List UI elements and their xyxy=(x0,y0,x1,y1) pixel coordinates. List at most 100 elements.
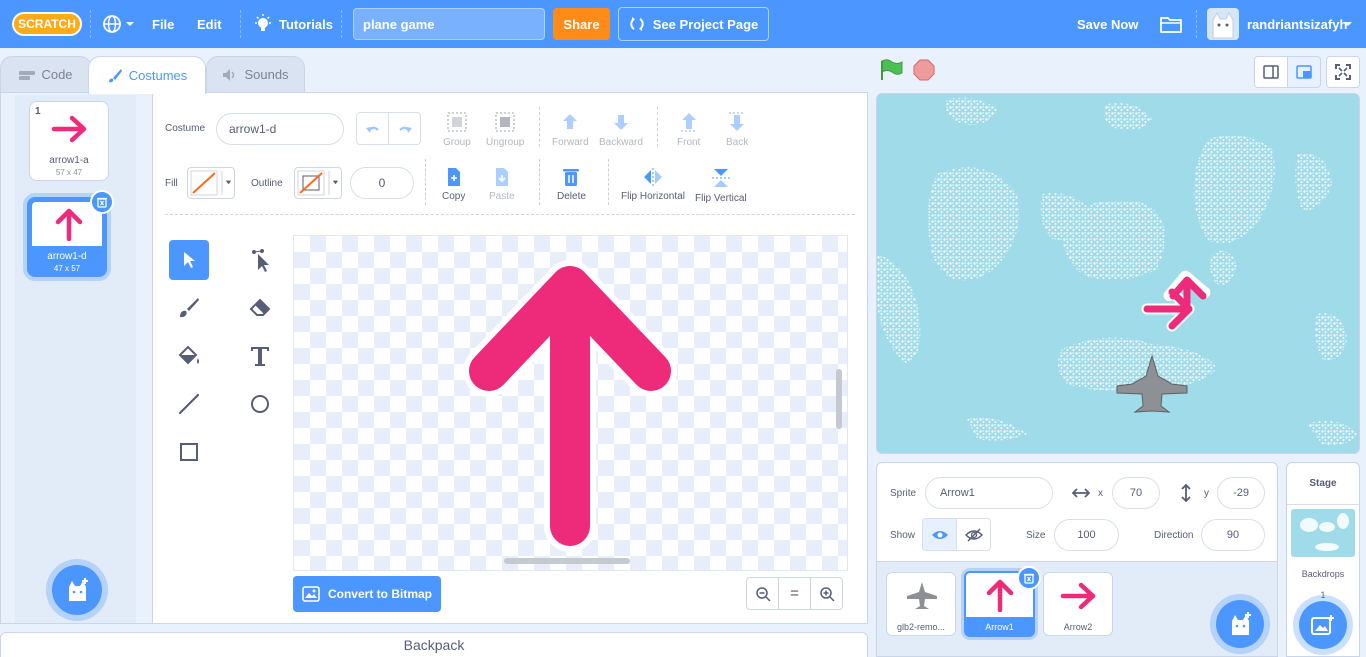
redo-icon xyxy=(398,126,412,133)
costume-tile[interactable]: 1 arrow1-a 57 x 47 xyxy=(29,101,109,181)
outline-width-input[interactable]: 0 xyxy=(350,167,414,199)
select-tool-button[interactable] xyxy=(169,240,209,280)
flip-horizontal-button[interactable]: Flip Horizontal xyxy=(621,167,685,202)
redo-button[interactable] xyxy=(389,113,420,144)
y-label: y xyxy=(1204,488,1209,499)
fill-tool-icon xyxy=(178,345,199,365)
arrow-right-icon xyxy=(51,115,87,143)
toolbar-divider xyxy=(608,159,609,205)
zoom-out-button[interactable] xyxy=(747,578,779,609)
copy-label: Copy xyxy=(442,191,466,202)
back-button[interactable]: Back xyxy=(726,111,748,148)
costume-arrow-up xyxy=(463,260,677,552)
delete-button[interactable]: Delete xyxy=(557,167,586,202)
share-button[interactable]: Share xyxy=(553,8,610,40)
paste-button[interactable]: Paste xyxy=(489,167,515,202)
y-input[interactable]: -29 xyxy=(1217,477,1265,509)
zoom-reset-button[interactable]: = xyxy=(779,578,811,609)
tab-code-label: Code xyxy=(41,67,73,82)
arrow-up-icon xyxy=(55,208,83,241)
x-input[interactable]: 70 xyxy=(1112,477,1160,509)
see-project-page-button[interactable]: See Project Page xyxy=(618,7,769,41)
sprite-name-input[interactable]: Arrow1 xyxy=(925,477,1053,509)
costume-label: Costume xyxy=(165,123,206,134)
reshape-tool-button[interactable] xyxy=(240,240,280,280)
tutorials-button[interactable]: Tutorials xyxy=(254,0,333,48)
account-menu[interactable] xyxy=(1343,0,1353,48)
choose-backdrop-button[interactable] xyxy=(1299,601,1347,649)
paint-canvas[interactable] xyxy=(293,235,848,571)
flip-vertical-label: Flip Vertical xyxy=(695,193,747,204)
sprite-tile[interactable]: Arrow2 xyxy=(1043,572,1113,636)
circle-tool-button[interactable] xyxy=(240,384,280,424)
scratch-logo[interactable]: SCRATCH xyxy=(12,12,82,36)
fill-swatch-icon xyxy=(190,170,232,196)
my-stuff-button[interactable] xyxy=(1160,0,1182,48)
sprite-tile[interactable]: glb2-remo... xyxy=(886,572,956,636)
delete-sprite-button[interactable] xyxy=(1017,566,1041,590)
green-flag-icon xyxy=(881,59,903,80)
costume-name: arrow1-a xyxy=(49,155,89,166)
copy-button[interactable]: Copy xyxy=(442,167,465,202)
stage-selector-panel[interactable]: Stage Backdrops 1 xyxy=(1286,462,1360,657)
choose-sprite-button[interactable] xyxy=(1216,600,1264,648)
large-stage-button[interactable] xyxy=(1287,56,1321,88)
stage-canvas[interactable] xyxy=(876,93,1360,454)
paint-editor: Costume arrow1-d Group Ungroup Forward B… xyxy=(152,92,868,624)
undo-button[interactable] xyxy=(357,113,389,144)
trash-icon xyxy=(563,169,580,186)
size-input[interactable]: 100 xyxy=(1054,519,1119,551)
file-menu[interactable]: File xyxy=(152,0,174,48)
zoom-in-button[interactable] xyxy=(811,578,842,609)
vertical-scrollbar[interactable] xyxy=(836,369,842,429)
costume-name-input[interactable]: arrow1-d xyxy=(216,113,344,145)
edit-menu[interactable]: Edit xyxy=(197,0,222,48)
text-tool-button[interactable] xyxy=(240,336,280,376)
ungroup-label: Ungroup xyxy=(486,137,525,148)
select-tool-icon xyxy=(184,252,195,268)
fill-color-picker[interactable] xyxy=(187,167,235,199)
backdrops-count: 1 xyxy=(1320,590,1326,600)
username[interactable]: randriantsizafyh xyxy=(1247,0,1347,48)
fullscreen-button[interactable] xyxy=(1326,56,1360,88)
costume-size: 47 x 57 xyxy=(53,264,81,273)
costume-number: 1 xyxy=(35,106,41,117)
save-now-button[interactable]: Save Now xyxy=(1077,0,1138,48)
horizontal-scrollbar[interactable] xyxy=(504,558,630,564)
small-stage-button[interactable] xyxy=(1254,56,1288,88)
tab-costumes[interactable]: Costumes xyxy=(88,56,206,94)
show-hidden-button[interactable] xyxy=(957,519,990,550)
green-flag-button[interactable] xyxy=(880,59,904,84)
tab-sounds[interactable]: Sounds xyxy=(206,56,305,92)
rect-tool-button[interactable] xyxy=(169,432,209,472)
arrow-right-icon xyxy=(1060,582,1096,610)
language-menu[interactable] xyxy=(102,0,135,48)
flip-vertical-button[interactable]: Flip Vertical xyxy=(695,167,747,204)
ungroup-button[interactable]: Ungroup xyxy=(486,111,524,148)
backpack-bar[interactable]: Backpack xyxy=(0,632,868,657)
group-button[interactable]: Group xyxy=(443,111,471,148)
fill-tool-button[interactable] xyxy=(169,336,209,376)
forward-button[interactable]: Forward xyxy=(552,111,589,148)
copy-icon xyxy=(447,168,460,186)
front-button[interactable]: Front xyxy=(677,111,700,148)
project-title-input[interactable]: plane game xyxy=(353,8,545,40)
line-tool-button[interactable] xyxy=(169,384,209,424)
tab-costumes-label: Costumes xyxy=(128,68,188,83)
speaker-icon xyxy=(223,68,235,81)
cat-add-icon xyxy=(69,578,88,601)
tab-code[interactable]: Code xyxy=(0,56,92,92)
convert-to-bitmap-button[interactable]: Convert to Bitmap xyxy=(293,576,441,612)
backdrop-thumbnail[interactable] xyxy=(1291,509,1355,557)
stop-button[interactable] xyxy=(913,59,935,84)
direction-input[interactable]: 90 xyxy=(1201,519,1265,551)
backdrops-label: Backdrops xyxy=(1301,569,1345,579)
show-visible-button[interactable] xyxy=(923,519,957,550)
avatar[interactable] xyxy=(1207,8,1239,40)
brush-tool-button[interactable] xyxy=(169,288,209,328)
outline-color-picker[interactable] xyxy=(294,167,342,199)
eraser-tool-button[interactable] xyxy=(240,288,280,328)
choose-costume-button[interactable] xyxy=(52,565,102,615)
delete-costume-button[interactable] xyxy=(90,190,114,214)
backward-button[interactable]: Backward xyxy=(599,111,643,148)
